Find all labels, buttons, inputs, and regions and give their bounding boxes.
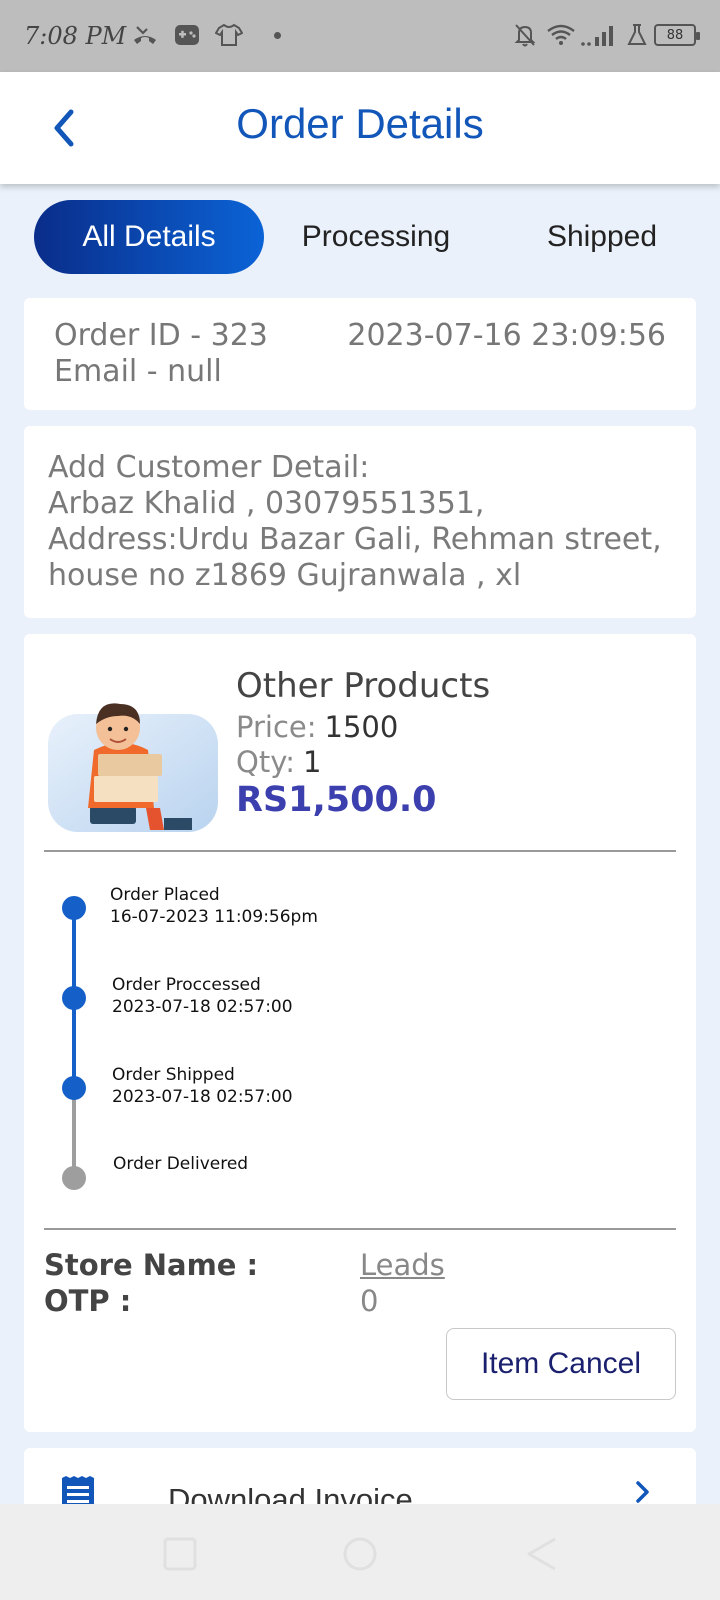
triangle-back-icon <box>527 1537 556 1571</box>
timeline-step-date: 2023-07-18 02:57:00 <box>112 1087 293 1107</box>
product-name: Other Products <box>236 666 491 706</box>
customer-detail-text: Add Customer Detail: Arbaz Khalid , 0307… <box>48 450 662 593</box>
square-icon <box>163 1537 197 1571</box>
item-cancel-button[interactable]: Item Cancel <box>446 1328 676 1400</box>
timeline-step-title: Order Placed <box>110 885 220 905</box>
tab-shipped[interactable]: Shipped <box>526 200 678 274</box>
status-bar: 7:08 PM 88 <box>0 0 720 72</box>
timeline-step-title: Order Proccessed <box>112 975 261 995</box>
customer-detail-card: Add Customer Detail: Arbaz Khalid , 0307… <box>24 426 696 618</box>
order-email: Email - null <box>54 354 222 389</box>
timeline-dot-done <box>62 986 86 1010</box>
price-value: 1500 <box>324 710 399 744</box>
store-name-label: Store Name : <box>44 1248 259 1282</box>
notification-dot <box>274 32 281 39</box>
recent-apps-button[interactable] <box>160 1534 200 1574</box>
chevron-right-icon <box>630 1480 654 1504</box>
timeline-step-title: Order Shipped <box>112 1065 235 1085</box>
lab-icon <box>622 20 652 50</box>
order-id: Order ID - 323 <box>54 318 268 353</box>
divider <box>44 850 676 852</box>
divider <box>44 1228 676 1230</box>
timeline-dot-done <box>62 1076 86 1100</box>
page-title: Order Details <box>236 100 484 147</box>
product-qty-row: Qty: 1 <box>236 745 321 779</box>
timeline-step: Order Placed 16-07-2023 11:09:56pm <box>110 884 318 928</box>
product-image <box>46 658 220 832</box>
qty-label: Qty: <box>236 745 296 779</box>
tab-all-details[interactable]: All Details <box>34 200 264 274</box>
order-datetime: 2023-07-16 23:09:56 <box>347 318 666 353</box>
timeline-step: Order Delivered <box>113 1153 248 1175</box>
price-label: Price: <box>236 710 317 744</box>
product-price-row: Price: 1500 <box>236 710 398 744</box>
game-icon <box>172 20 202 50</box>
product-total: RS1,500.0 <box>236 780 437 820</box>
system-nav-bar <box>0 1504 720 1600</box>
tab-processing[interactable]: Processing <box>288 200 464 274</box>
back-nav-button[interactable] <box>522 1534 562 1574</box>
wifi-icon <box>546 20 576 50</box>
signal-icon <box>578 20 618 50</box>
status-tabs: All Details Processing Shipped <box>34 200 704 274</box>
status-time: 7:08 PM <box>24 22 127 50</box>
missed-call-icon <box>130 20 160 50</box>
tshirt-icon <box>214 20 244 50</box>
store-name-link[interactable]: Leads <box>360 1248 445 1282</box>
app-header: Order Details <box>0 72 720 184</box>
download-invoice-row[interactable]: Download Invoice <box>24 1448 696 1508</box>
timeline-step-date: 2023-07-18 02:57:00 <box>112 997 293 1017</box>
circle-icon <box>343 1537 377 1571</box>
home-button[interactable] <box>340 1534 380 1574</box>
order-info-card: Order ID - 323 Email - null 2023-07-16 2… <box>24 298 696 410</box>
otp-value: 0 <box>360 1284 379 1318</box>
timeline-dot-pending <box>62 1166 86 1190</box>
timeline-step: Order Shipped 2023-07-18 02:57:00 <box>112 1064 293 1108</box>
timeline-dot-done <box>62 896 86 920</box>
timeline-step-title: Order Delivered <box>113 1154 249 1174</box>
timeline-step-date: 16-07-2023 11:09:56pm <box>110 907 318 927</box>
qty-value: 1 <box>303 745 322 779</box>
battery-icon: 88 <box>654 24 700 46</box>
bell-off-icon <box>510 20 540 50</box>
product-card: Other Products Price: 1500 Qty: 1 RS1,500.… <box>24 634 696 1432</box>
otp-label: OTP : <box>44 1284 132 1318</box>
timeline-step: Order Proccessed 2023-07-18 02:57:00 <box>112 974 293 1018</box>
